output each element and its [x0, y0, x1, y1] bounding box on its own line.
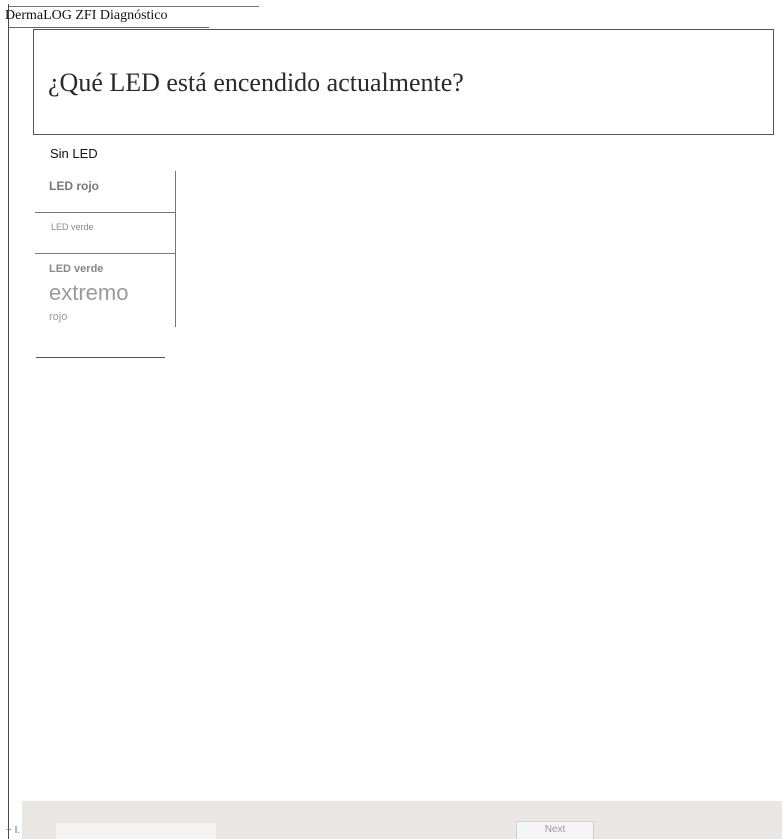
footer-bar: Next	[22, 801, 782, 839]
window-title: DermaLOG ZFI Diagnóstico	[5, 8, 168, 23]
title-underline	[9, 27, 209, 28]
question-panel: ¿Qué LED está encendido actualmente?	[33, 29, 774, 135]
option-green-led[interactable]: LED verde	[35, 213, 176, 254]
title-overline	[9, 6, 259, 7]
option-extreme-label-line2: extremo	[49, 280, 129, 305]
status-text: ~ I.	[6, 825, 21, 836]
option-extreme-label-line3: rojo	[49, 311, 68, 323]
option-extreme-label-line1: LED verde	[49, 263, 104, 275]
status-field	[56, 823, 216, 839]
question-text: ¿Qué LED está encendido actualmente?	[48, 68, 464, 97]
option-no-led[interactable]: Sin LED	[50, 146, 98, 161]
option-green-extreme-red-led[interactable]: LED verde extremo rojo	[35, 254, 176, 327]
option-green-led-label: LED verde	[51, 222, 94, 232]
next-button[interactable]: Next	[516, 821, 594, 839]
option-red-led-label: LED rojo	[49, 179, 99, 193]
options-divider	[36, 357, 165, 358]
window-left-border	[8, 4, 9, 839]
option-red-led[interactable]: LED rojo	[35, 171, 176, 213]
